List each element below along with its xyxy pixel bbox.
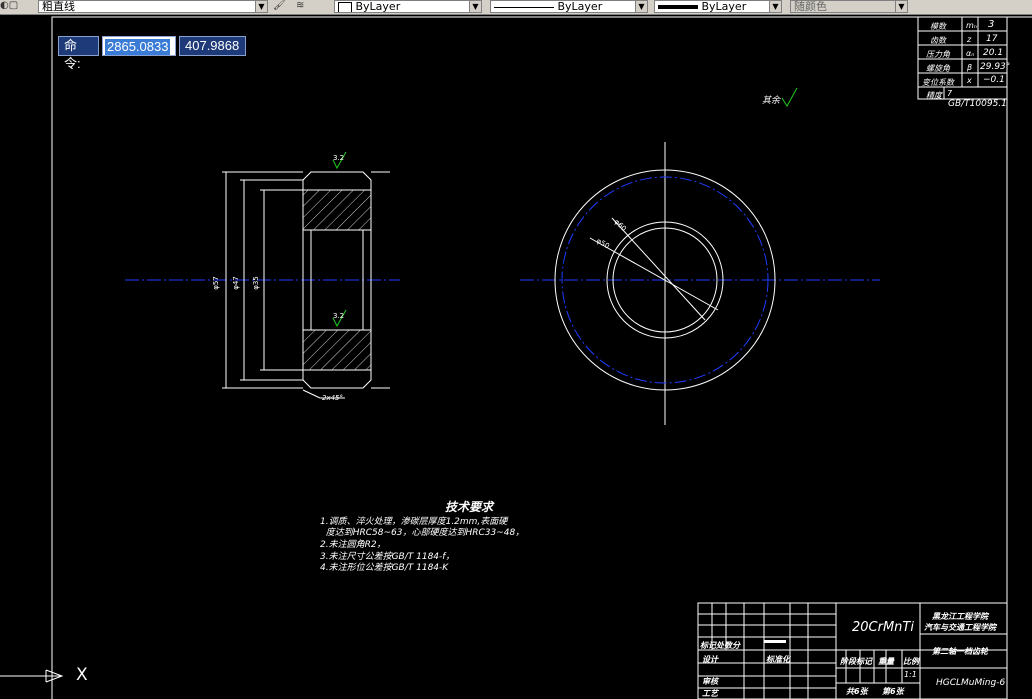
title-block-bar	[764, 640, 786, 643]
stage-mark-label: 阶段标记	[840, 657, 872, 666]
layer-previous-icon[interactable]: ≋	[296, 0, 304, 13]
plotstyle-dropdown-arrow[interactable]: ▼	[895, 0, 908, 13]
color-swatch	[338, 1, 352, 12]
finish-bottom-value: 3.2	[333, 312, 344, 320]
scale-label: 比例	[903, 657, 919, 666]
tech-req-item-4: 4.未注形位公差按GB/T 1184-K	[320, 563, 449, 573]
param-symbol-3: β	[967, 63, 973, 72]
color-dropdown[interactable]: ByLayer	[334, 0, 482, 13]
design-label: 设计	[702, 655, 718, 664]
tech-req-title: 技术要求	[445, 500, 494, 514]
drawing-number: HGCLMuMing-6	[936, 678, 1006, 688]
param-name-4: 变位系数	[922, 78, 954, 87]
linetype-dropdown-arrow[interactable]: ▼	[255, 0, 268, 13]
lineweight-value: ByLayer	[701, 0, 747, 13]
surface-rest-symbol	[781, 87, 798, 107]
mark-label: 标记处数分	[700, 641, 740, 650]
param-value-2: 20.1	[983, 48, 1004, 58]
linetype-sample	[494, 6, 554, 8]
command-label: 命令:	[58, 36, 99, 71]
review-label: 审核	[702, 677, 718, 686]
y-coordinate-value: 407.9868	[185, 38, 240, 53]
ucs-x-label: X	[76, 665, 88, 685]
lineweight-dropdown[interactable]: ByLayer	[654, 0, 782, 13]
param-name-5: 精度	[926, 91, 942, 100]
param-symbol-0: mₙ	[966, 21, 977, 30]
param-value-1: 17	[986, 34, 998, 44]
param-value-4: −0.1	[983, 75, 1005, 85]
drawing-canvas[interactable]: φ57 φ47 φ35 2x45° 3.2 3.2 其余 φ60 φ50	[0, 14, 1032, 699]
x-coordinate-input[interactable]: 2865.0833	[102, 36, 176, 56]
dim-d1: φ57	[212, 276, 220, 290]
linetype-value: 粗直线	[42, 0, 75, 13]
sheet-number: 第6张	[882, 687, 904, 696]
dim-r1: φ60	[613, 218, 628, 233]
param-value-3: 29.93°	[980, 62, 1011, 72]
param-name-2: 压力角	[926, 50, 950, 59]
plotstyle-value: 随颜色	[794, 0, 827, 13]
part-name-label: 第二轴一档齿轮	[932, 647, 988, 656]
craft-label: 工艺	[702, 689, 718, 698]
param-symbol-2: αₙ	[966, 49, 975, 58]
school-label: 黑龙江工程学院	[932, 612, 988, 621]
param-standard: GB/T10095.1	[948, 99, 1007, 109]
finish-top-value: 3.2	[333, 154, 344, 162]
total-sheets: 共6张	[846, 687, 868, 696]
surface-rest-label: 其余	[762, 95, 781, 106]
param-symbol-4: x	[967, 76, 972, 85]
linetype-dropdown[interactable]: 粗直线	[38, 0, 268, 13]
match-properties-icon[interactable]: 🖌	[273, 0, 286, 13]
weight-label: 重量	[878, 657, 894, 666]
param-value-0: 3	[988, 19, 995, 30]
linetype-layer-dropdown[interactable]: ByLayer	[490, 0, 648, 13]
color-dropdown-arrow[interactable]: ▼	[469, 0, 482, 13]
color-value: ByLayer	[355, 0, 401, 13]
param-name-1: 齿数	[930, 36, 946, 45]
dim-chamfer: 2x45°	[322, 394, 343, 402]
y-coordinate-input[interactable]: 407.9868	[179, 36, 246, 56]
linetype-layer-dropdown-arrow[interactable]: ▼	[635, 0, 648, 13]
scale-value: 1:1	[904, 670, 917, 679]
lineweight-dropdown-arrow[interactable]: ▼	[769, 0, 782, 13]
dept-label: 汽车与交通工程学院	[924, 623, 996, 632]
plotstyle-dropdown[interactable]: 随颜色	[790, 0, 908, 13]
param-name-3: 螺旋角	[926, 64, 950, 73]
drawing-frame	[51, 16, 1008, 699]
standardization-label: 标准化	[766, 655, 790, 664]
linetype-layer-value: ByLayer	[557, 0, 603, 13]
material-label: 20CrMnTi	[852, 620, 914, 635]
dim-d2: φ47	[232, 276, 240, 290]
param-name-0: 模数	[930, 22, 946, 31]
dim-d3: φ35	[252, 276, 260, 290]
lineweight-sample	[658, 5, 698, 9]
gear-section-view[interactable]	[222, 171, 390, 399]
layer-state-icon[interactable]: ◐▢	[0, 0, 18, 13]
properties-toolbar: ◐▢ 粗直线 ▼ 🖌 ≋ ByLayer ▼ ByLayer ▼ ByLayer…	[0, 0, 1032, 15]
param-symbol-1: z	[967, 35, 972, 44]
x-coordinate-value: 2865.0833	[105, 39, 171, 55]
param-symbol-5: 7	[947, 89, 953, 98]
ucs-icon	[0, 669, 64, 683]
